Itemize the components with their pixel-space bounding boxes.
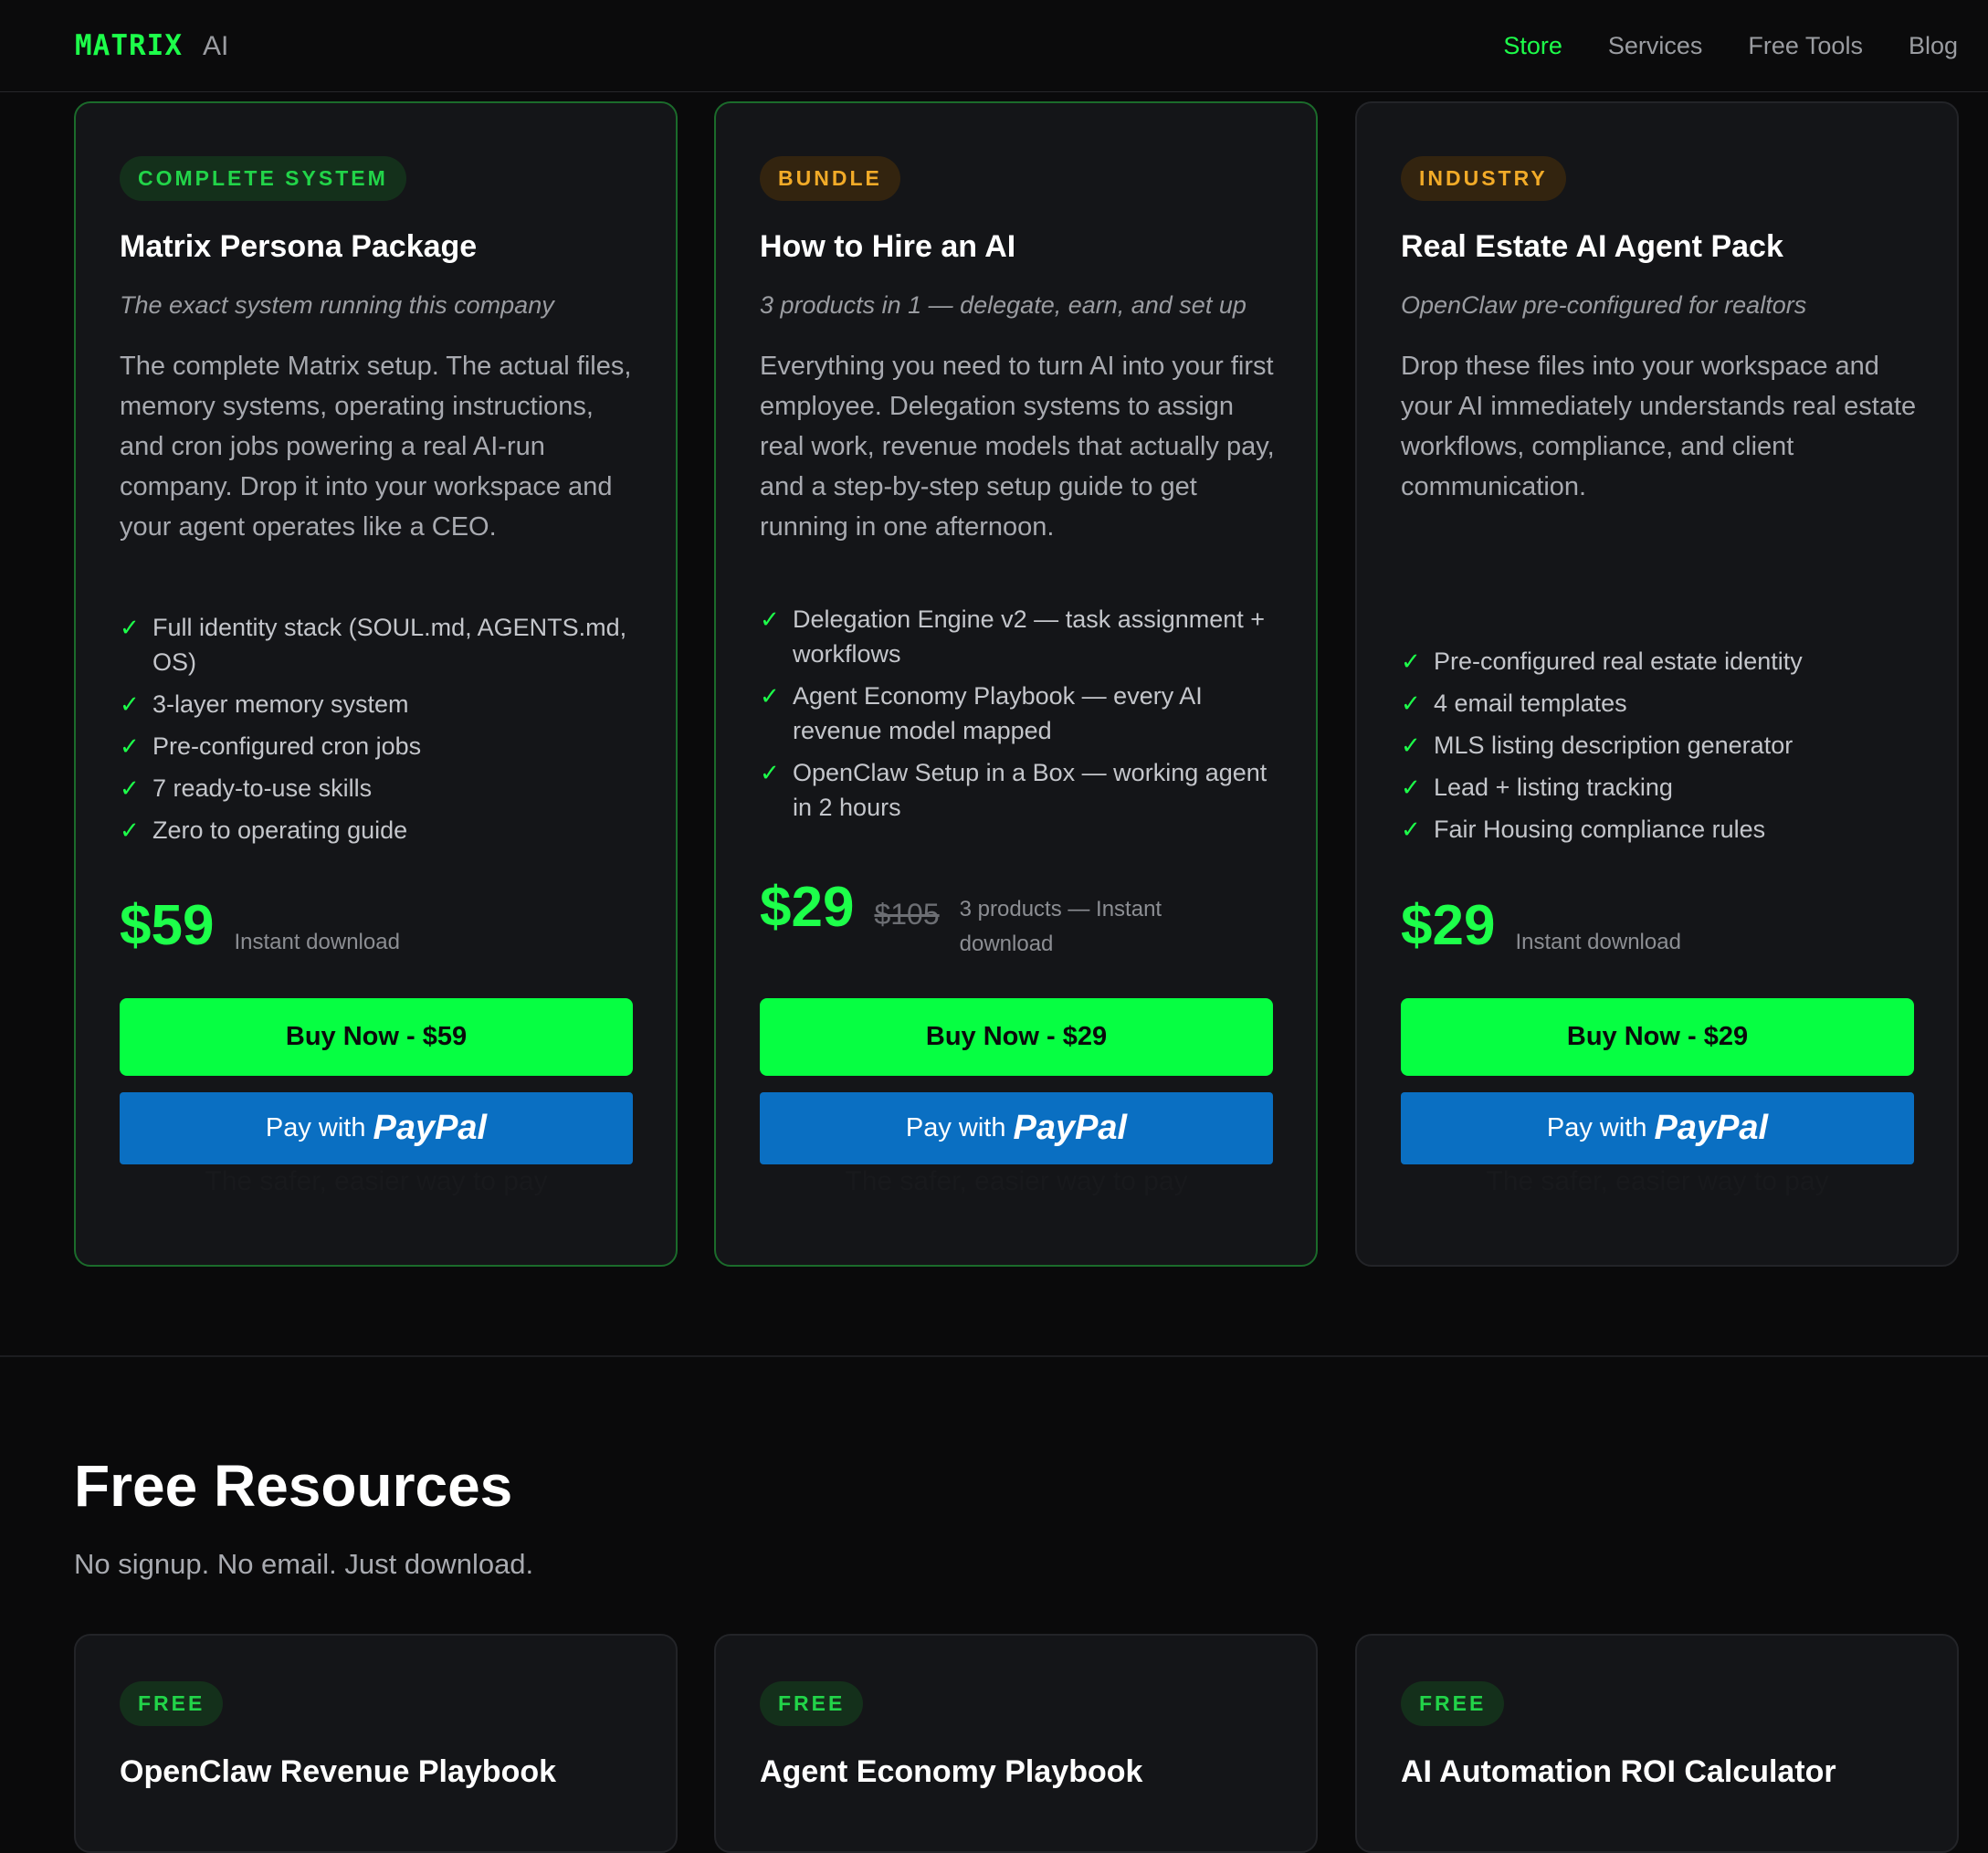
- product-subtitle: OpenClaw pre-configured for realtors: [1401, 291, 1807, 319]
- check-icon: ✓: [120, 614, 140, 641]
- price: $29: [1401, 894, 1496, 957]
- check-icon: ✓: [120, 774, 140, 802]
- feature-item: ✓ Zero to operating guide: [120, 813, 640, 848]
- category-badge: COMPLETE SYSTEM: [120, 156, 406, 201]
- section-divider: [0, 1355, 1988, 1357]
- check-icon: ✓: [120, 732, 140, 760]
- buy-now-button[interactable]: Buy Now - $29: [760, 998, 1273, 1076]
- feature-item: ✓ Delegation Engine v2 — task assignment …: [760, 602, 1280, 671]
- feature-item: ✓ MLS listing description generator: [1401, 728, 1921, 763]
- product-subtitle: 3 products in 1 — delegate, earn, and se…: [760, 291, 1246, 319]
- free-badge: FREE: [120, 1681, 224, 1726]
- brand-suffix: AI: [202, 31, 229, 61]
- category-badge: INDUSTRY: [1401, 156, 1566, 201]
- brand-name: MATRIX: [75, 29, 183, 62]
- price: $29: [760, 876, 855, 939]
- check-icon: ✓: [1401, 732, 1421, 759]
- price-note: 3 products — Instant download: [959, 897, 1162, 956]
- check-icon: ✓: [760, 682, 780, 710]
- feature-item: ✓ 7 ready-to-use skills: [120, 771, 640, 805]
- feature-item: ✓ Agent Economy Playbook — every AI reven…: [760, 679, 1280, 748]
- nav-link-store[interactable]: Store: [1503, 32, 1562, 60]
- free-resource-card[interactable]: FREE Agent Economy Playbook: [714, 1634, 1318, 1853]
- product-card-hire-an-ai: BUNDLE How to Hire an AI 3 products in 1…: [714, 101, 1318, 1267]
- product-title: Real Estate AI Agent Pack: [1401, 229, 1783, 264]
- check-icon: ✓: [1401, 690, 1421, 717]
- price-row: $29 Instant download: [1401, 898, 1681, 960]
- free-resource-title: AI Automation ROI Calculator: [1401, 1754, 1836, 1789]
- paypal-logo: PayPal: [1654, 1109, 1769, 1147]
- free-resource-title: OpenClaw Revenue Playbook: [120, 1754, 557, 1789]
- feature-list: ✓ Pre-configured real estate identity ✓ 4 …: [1401, 644, 1921, 854]
- check-icon: ✓: [1401, 774, 1421, 801]
- product-title: How to Hire an AI: [760, 229, 1016, 264]
- feature-item: ✓ 3-layer memory system: [120, 687, 640, 721]
- paypal-button[interactable]: Pay with PayPal: [760, 1092, 1273, 1164]
- feature-item: ✓ Full identity stack (SOUL.md, AGENTS.md…: [120, 610, 640, 679]
- check-icon: ✓: [760, 759, 780, 786]
- free-resource-card[interactable]: FREE AI Automation ROI Calculator: [1355, 1634, 1959, 1853]
- feature-item: ✓ 4 email templates: [1401, 686, 1921, 721]
- nav-link-blog[interactable]: Blog: [1909, 32, 1958, 60]
- feature-item: ✓ Pre-configured cron jobs: [120, 729, 640, 763]
- top-nav-bar: MATRIX AI Store Services Free Tools Blog: [0, 0, 1988, 92]
- feature-list: ✓ Full identity stack (SOUL.md, AGENTS.md…: [120, 610, 640, 855]
- paypal-logo: PayPal: [373, 1109, 488, 1147]
- free-resources-subtitle: No signup. No email. Just download.: [74, 1548, 534, 1580]
- buy-now-button[interactable]: Buy Now - $59: [120, 998, 633, 1076]
- brand-logo[interactable]: MATRIX AI: [75, 29, 228, 62]
- free-resources-heading: Free Resources: [74, 1453, 513, 1519]
- check-icon: ✓: [120, 690, 140, 718]
- paypal-tagline: The safer, easier way to pay: [205, 1166, 548, 1196]
- product-description: Everything you need to turn AI into your…: [760, 352, 1275, 542]
- check-icon: ✓: [120, 816, 140, 844]
- price: $59: [120, 894, 215, 957]
- free-resource-card[interactable]: FREE OpenClaw Revenue Playbook: [74, 1634, 678, 1853]
- price-row: $59 Instant download: [120, 898, 400, 960]
- product-description: Drop these files into your workspace and…: [1401, 352, 1917, 501]
- check-icon: ✓: [1401, 647, 1421, 675]
- free-badge: FREE: [1401, 1681, 1505, 1726]
- feature-item: ✓ Fair Housing compliance rules: [1401, 812, 1921, 847]
- product-card-matrix-persona: COMPLETE SYSTEM Matrix Persona Package T…: [74, 101, 678, 1267]
- feature-list: ✓ Delegation Engine v2 — task assignment …: [760, 602, 1280, 832]
- product-subtitle: The exact system running this company: [120, 291, 554, 319]
- check-icon: ✓: [760, 605, 780, 633]
- original-price: $105: [874, 898, 940, 931]
- paypal-with-label: Pay with: [905, 1113, 1006, 1142]
- price-note: Instant download: [1515, 930, 1681, 954]
- product-title: Matrix Persona Package: [120, 229, 478, 264]
- feature-item: ✓ Lead + listing tracking: [1401, 770, 1921, 805]
- feature-item: ✓ OpenClaw Setup in a Box — working agent…: [760, 755, 1280, 825]
- paypal-tagline: The safer, easier way to pay: [845, 1166, 1188, 1196]
- category-badge: BUNDLE: [760, 156, 900, 201]
- paypal-button[interactable]: Pay with PayPal: [120, 1092, 633, 1164]
- free-badge: FREE: [760, 1681, 864, 1726]
- price-note: Instant download: [234, 930, 400, 954]
- buy-now-button[interactable]: Buy Now - $29: [1401, 998, 1914, 1076]
- free-resource-title: Agent Economy Playbook: [760, 1754, 1143, 1789]
- nav-link-free-tools[interactable]: Free Tools: [1748, 32, 1863, 60]
- paypal-with-label: Pay with: [265, 1113, 366, 1142]
- product-description: The complete Matrix setup. The actual fi…: [120, 352, 632, 542]
- paypal-with-label: Pay with: [1546, 1113, 1647, 1142]
- paypal-tagline: The safer, easier way to pay: [1486, 1166, 1829, 1196]
- product-card-real-estate: INDUSTRY Real Estate AI Agent Pack OpenC…: [1355, 101, 1959, 1267]
- check-icon: ✓: [1401, 816, 1421, 843]
- feature-item: ✓ Pre-configured real estate identity: [1401, 644, 1921, 679]
- nav-link-services[interactable]: Services: [1608, 32, 1703, 60]
- paypal-button[interactable]: Pay with PayPal: [1401, 1092, 1914, 1164]
- price-row: $29 $105 3 products — Instant download: [760, 879, 1197, 962]
- paypal-logo: PayPal: [1013, 1109, 1128, 1147]
- main-nav: Store Services Free Tools Blog: [1503, 32, 1958, 60]
